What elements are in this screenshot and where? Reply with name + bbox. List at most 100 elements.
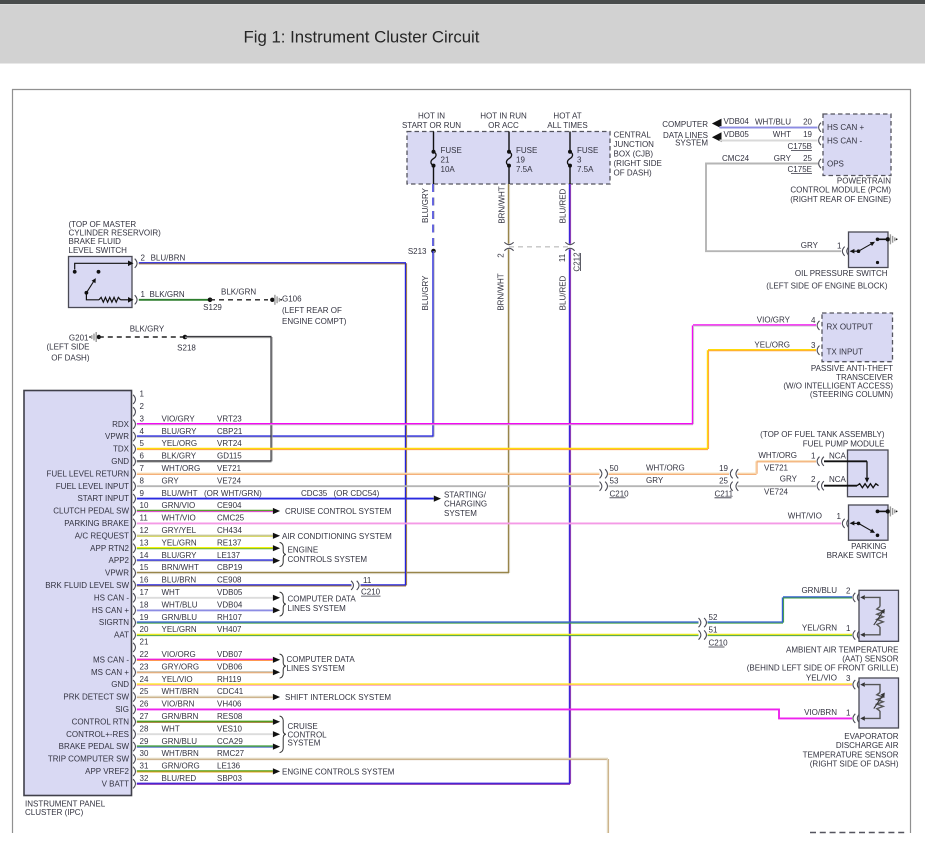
svg-text:(LEFT SIDE: (LEFT SIDE <box>47 342 90 351</box>
svg-text:RE137: RE137 <box>217 538 242 547</box>
svg-text:CHARGING: CHARGING <box>444 500 487 509</box>
svg-text:32: 32 <box>140 774 149 783</box>
svg-text:BRAKE PEDAL SW: BRAKE PEDAL SW <box>59 742 130 751</box>
svg-text:11: 11 <box>558 253 567 262</box>
svg-text:13: 13 <box>140 538 149 547</box>
svg-text:PARKING BRAKE: PARKING BRAKE <box>64 519 129 528</box>
svg-text:(OR WHT/GRN): (OR WHT/GRN) <box>204 489 262 498</box>
svg-text:19: 19 <box>140 613 149 622</box>
svg-text:VDB05: VDB05 <box>217 588 243 597</box>
svg-text:(STEERING COLUMN): (STEERING COLUMN) <box>810 390 893 399</box>
svg-text:COMPUTER DATA: COMPUTER DATA <box>288 595 357 604</box>
svg-text:(AAT) SENSOR: (AAT) SENSOR <box>842 654 899 663</box>
svg-text:CBP19: CBP19 <box>217 563 243 572</box>
svg-text:21: 21 <box>441 156 450 165</box>
svg-text:C210: C210 <box>610 489 630 498</box>
svg-text:BLU/GRY: BLU/GRY <box>162 551 198 560</box>
svg-text:AIR CONDITIONING SYSTEM: AIR CONDITIONING SYSTEM <box>282 532 392 541</box>
svg-text:BRN/WHT: BRN/WHT <box>162 563 199 572</box>
svg-text:GRY: GRY <box>774 154 792 163</box>
svg-text:G106: G106 <box>282 295 302 304</box>
svg-text:FUSE: FUSE <box>516 146 537 155</box>
svg-text:SYSTEM: SYSTEM <box>675 138 708 147</box>
svg-text:19: 19 <box>719 464 728 473</box>
svg-text:BRN/WHT: BRN/WHT <box>497 273 506 310</box>
svg-text:52: 52 <box>709 613 718 622</box>
svg-text:WHT/VIO: WHT/VIO <box>788 512 822 521</box>
svg-text:FUEL LEVEL RETURN: FUEL LEVEL RETURN <box>46 469 129 478</box>
svg-text:VIO/BRN: VIO/BRN <box>162 700 195 709</box>
svg-text:Fig 1: Instrument Cluster Circ: Fig 1: Instrument Cluster Circuit <box>244 27 480 46</box>
svg-text:(RIGHT SIDE OF DASH): (RIGHT SIDE OF DASH) <box>810 760 899 769</box>
svg-text:2: 2 <box>497 253 506 258</box>
svg-text:3: 3 <box>846 674 851 683</box>
svg-text:1: 1 <box>837 241 842 250</box>
svg-text:CH434: CH434 <box>217 526 242 535</box>
svg-text:3: 3 <box>577 156 582 165</box>
svg-text:9: 9 <box>140 489 145 498</box>
svg-text:LE137: LE137 <box>217 551 241 560</box>
svg-text:FUSE: FUSE <box>577 146 598 155</box>
svg-text:START OR RUN: START OR RUN <box>402 121 461 130</box>
svg-text:HOT AT: HOT AT <box>553 111 581 120</box>
svg-text:1: 1 <box>846 708 851 717</box>
svg-text:GRY: GRY <box>162 476 180 485</box>
svg-text:(BEHIND LEFT SIDE OF FRONT GRI: (BEHIND LEFT SIDE OF FRONT GRILLE) <box>747 664 899 673</box>
svg-text:NCA: NCA <box>829 452 847 461</box>
svg-text:YEL/VIO: YEL/VIO <box>806 673 837 682</box>
svg-text:7.5A: 7.5A <box>577 165 594 174</box>
svg-text:4: 4 <box>811 316 816 325</box>
svg-text:TRIP COMPUTER SW: TRIP COMPUTER SW <box>48 755 130 764</box>
svg-text:OF DASH): OF DASH) <box>614 168 653 177</box>
svg-text:BLU/BRN: BLU/BRN <box>151 254 186 263</box>
svg-text:GRN/BLU: GRN/BLU <box>162 737 198 746</box>
svg-text:POWERTRAIN: POWERTRAIN <box>837 177 891 186</box>
svg-text:3: 3 <box>811 341 816 350</box>
svg-text:HS CAN -: HS CAN - <box>827 136 862 145</box>
svg-text:CONTROL RTN: CONTROL RTN <box>72 717 130 726</box>
svg-text:CENTRAL: CENTRAL <box>614 130 652 139</box>
svg-text:RDX: RDX <box>112 420 130 429</box>
svg-text:31: 31 <box>140 762 149 771</box>
svg-text:GRY: GRY <box>646 476 664 485</box>
svg-text:OIL PRESSURE SWITCH: OIL PRESSURE SWITCH <box>795 269 888 278</box>
svg-text:RH119: RH119 <box>217 675 242 684</box>
svg-text:5: 5 <box>140 439 145 448</box>
svg-text:C175E: C175E <box>788 165 812 174</box>
svg-text:(OR CDC54): (OR CDC54) <box>334 489 380 498</box>
svg-text:VH406: VH406 <box>217 700 242 709</box>
svg-text:3: 3 <box>140 414 145 423</box>
svg-text:1: 1 <box>837 512 842 521</box>
svg-text:LINES SYSTEM: LINES SYSTEM <box>287 664 346 673</box>
svg-text:S129: S129 <box>203 303 222 312</box>
svg-text:30: 30 <box>140 749 149 758</box>
svg-text:CDC35: CDC35 <box>301 489 328 498</box>
svg-text:HS CAN -: HS CAN - <box>94 593 129 602</box>
svg-text:BLU/RED: BLU/RED <box>162 774 197 783</box>
svg-text:WHT: WHT <box>162 724 180 733</box>
svg-text:7.5A: 7.5A <box>516 165 533 174</box>
svg-text:CBP21: CBP21 <box>217 427 243 436</box>
svg-text:18: 18 <box>140 600 149 609</box>
svg-text:PASSIVE ANTI-THEFT: PASSIVE ANTI-THEFT <box>811 364 893 373</box>
svg-text:CONTROLS SYSTEM: CONTROLS SYSTEM <box>288 555 368 564</box>
svg-text:CCA29: CCA29 <box>217 737 243 746</box>
svg-text:FUSE: FUSE <box>441 146 462 155</box>
svg-text:VIO/GRY: VIO/GRY <box>757 316 791 325</box>
svg-text:2: 2 <box>141 254 146 263</box>
svg-text:EVAPORATOR: EVAPORATOR <box>844 732 898 741</box>
svg-text:20: 20 <box>803 118 812 127</box>
svg-text:BLU/RED: BLU/RED <box>559 188 568 223</box>
svg-text:VPWR: VPWR <box>105 432 129 441</box>
svg-text:BLU/WHT: BLU/WHT <box>162 489 198 498</box>
svg-text:YEL/ORG: YEL/ORG <box>754 341 790 350</box>
svg-text:VE724: VE724 <box>764 487 789 496</box>
svg-text:26: 26 <box>140 700 149 709</box>
svg-text:PARKING: PARKING <box>851 542 886 551</box>
svg-text:7: 7 <box>140 464 145 473</box>
svg-text:ENGINE COMPT): ENGINE COMPT) <box>282 317 347 326</box>
svg-text:NCA: NCA <box>829 475 847 484</box>
svg-text:VRT24: VRT24 <box>217 439 242 448</box>
svg-text:4: 4 <box>140 427 145 436</box>
svg-text:BLU/BRN: BLU/BRN <box>162 576 197 585</box>
